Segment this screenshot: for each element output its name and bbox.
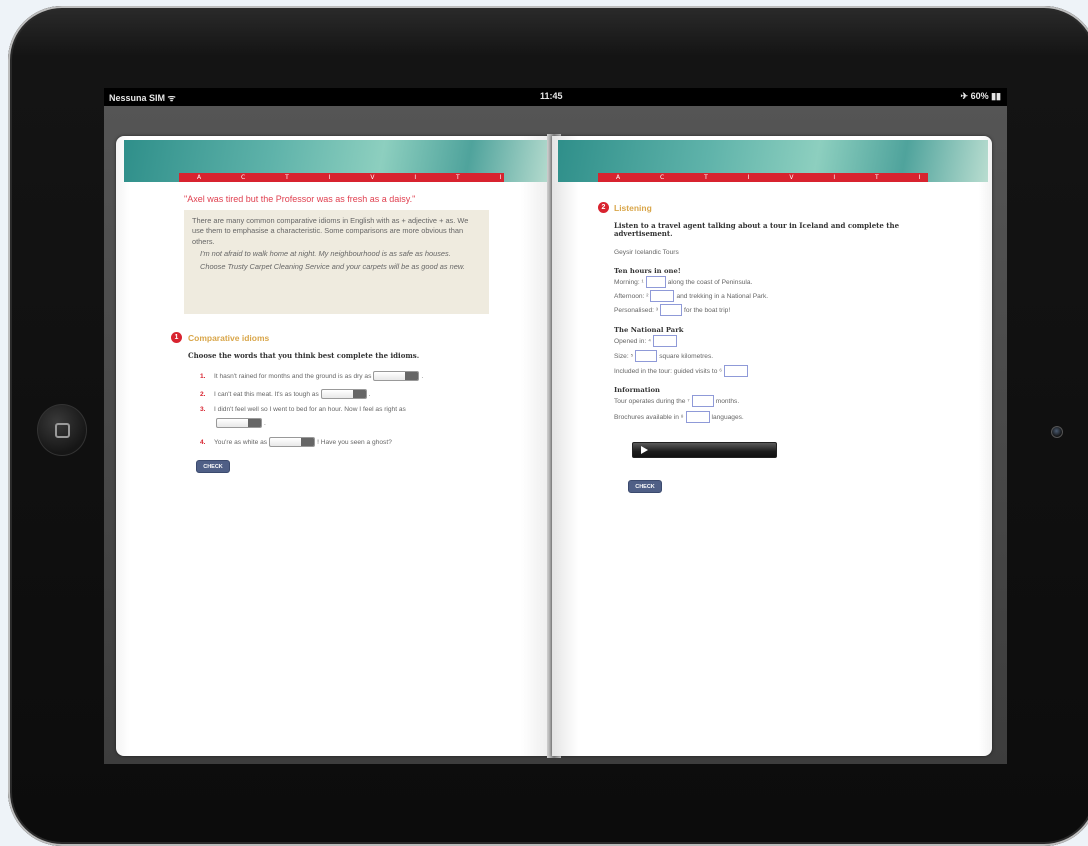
question-row: 1. It hasn't rained for months and the g…	[200, 371, 423, 381]
info-example: Choose Trusty Carpet Cleaning Service an…	[200, 261, 465, 271]
group-heading: Information	[614, 386, 660, 394]
answer-dropdown[interactable]	[320, 389, 367, 399]
right-page: A C T I V I T I E S 2 Listening Listen t…	[552, 136, 992, 756]
question-text: It hasn't rained for months and the grou…	[214, 372, 372, 380]
activities-ribbon: A C T I V I T I E S	[598, 173, 928, 182]
carrier-label: Nessuna SIM ᯤ	[109, 93, 176, 103]
gap-input[interactable]	[659, 304, 682, 316]
gap-input[interactable]	[650, 290, 675, 302]
answer-dropdown[interactable]	[216, 418, 262, 428]
left-page: A C T I V I T I E S "Axel was tired but …	[116, 136, 556, 756]
question-row: 3. I didn't feel well so I went to bed f…	[200, 406, 406, 413]
question-tail: ! Have you seen a ghost?	[317, 438, 392, 446]
check-button[interactable]: CHECK	[196, 460, 230, 473]
battery-indicator: ✈ 60% ▮▮	[960, 91, 1001, 101]
idiom-quote: "Axel was tired but the Professor was as…	[184, 194, 416, 204]
gap-suffix: months.	[715, 397, 740, 405]
question-row: 4. You're as white as ! Have you seen a …	[200, 437, 392, 447]
question-number: 1.	[200, 372, 206, 380]
question-row-continued: .	[214, 418, 266, 428]
gap-line: Brochures available in ⁸ languages.	[614, 411, 744, 423]
gap-line: Size: ⁵ square kilometres.	[614, 350, 713, 362]
gap-suffix: along the coast of Peninsula.	[667, 278, 753, 286]
play-icon[interactable]	[641, 446, 648, 454]
gap-input[interactable]	[685, 411, 710, 423]
info-example: I'm not afraid to walk home at night. My…	[200, 249, 451, 259]
gap-input[interactable]	[723, 365, 748, 377]
section-title: Listening	[614, 203, 652, 213]
answer-dropdown[interactable]	[373, 371, 420, 381]
group-heading: Ten hours in one!	[614, 267, 681, 275]
home-button[interactable]	[37, 404, 87, 456]
gap-prefix: Size: ⁵	[614, 352, 634, 360]
gap-input[interactable]	[635, 350, 658, 362]
screen: Nessuna SIM ᯤ 11:45 ✈ 60% ▮▮ A C T I V I…	[104, 88, 1007, 764]
question-row: 2. I can't eat this meat. It's as tough …	[200, 389, 371, 399]
gap-line: Tour operates during the ⁷ months.	[614, 395, 739, 407]
section-instruction: Listen to a travel agent talking about a…	[614, 221, 900, 238]
status-bar: Nessuna SIM ᯤ 11:45 ✈ 60% ▮▮	[104, 88, 1007, 106]
info-box: There are many common comparative idioms…	[184, 210, 489, 314]
activities-banner: A C T I V I T I E S	[558, 140, 988, 182]
section-number-badge: 2	[598, 202, 609, 213]
camera-icon	[1051, 426, 1063, 438]
question-number: 2.	[200, 390, 206, 398]
gap-input[interactable]	[652, 335, 677, 347]
gap-line: Morning: ¹ along the coast of Peninsula.	[614, 276, 752, 288]
activities-ribbon: A C T I V I T I E S	[179, 173, 504, 182]
gap-suffix: square kilometres.	[659, 352, 714, 360]
gap-suffix: and trekking in a National Park.	[676, 292, 769, 300]
gap-line: Afternoon: ² and trekking in a National P…	[614, 290, 768, 302]
gap-line: Included in the tour: guided visits to ⁶	[614, 365, 750, 377]
question-number: 4.	[200, 438, 206, 446]
question-tail: .	[421, 372, 424, 380]
question-text: I can't eat this meat. It's as tough as	[214, 390, 319, 398]
gap-line: Personalised: ³ for the boat trip!	[614, 304, 730, 316]
question-text: You're as white as	[214, 438, 268, 446]
info-text: There are many common comparative idioms…	[192, 216, 469, 246]
section-instruction: Choose the words that you think best com…	[188, 351, 420, 360]
gap-suffix: for the boat trip!	[683, 306, 731, 314]
clock: 11:45	[540, 91, 563, 101]
gap-prefix: Tour operates during the ⁷	[614, 397, 690, 405]
gap-line: Opened in: ⁴	[614, 335, 679, 347]
answer-dropdown[interactable]	[269, 437, 316, 447]
gap-prefix: Included in the tour: guided visits to ⁶	[614, 367, 722, 375]
section-number-badge: 1	[171, 332, 182, 343]
check-button[interactable]: CHECK	[628, 480, 662, 493]
question-tail: .	[368, 390, 371, 398]
gap-input[interactable]	[645, 276, 666, 288]
group-heading: The National Park	[614, 326, 684, 334]
book-background: A C T I V I T I E S "Axel was tired but …	[104, 106, 1007, 764]
audio-player[interactable]	[632, 442, 777, 458]
question-number: 3.	[200, 406, 206, 413]
gap-prefix: Morning: ¹	[614, 278, 644, 286]
gap-suffix: languages.	[711, 413, 744, 421]
home-square-icon	[54, 422, 70, 438]
section-title: Comparative idioms	[188, 333, 270, 343]
question-text: I didn't feel well so I went to bed for …	[214, 406, 406, 413]
gap-prefix: Afternoon: ²	[614, 292, 649, 300]
gap-prefix: Personalised: ³	[614, 306, 658, 314]
gap-input[interactable]	[691, 395, 714, 407]
question-tail: .	[264, 419, 266, 427]
tour-name: Geysir Icelandic Tours	[614, 249, 679, 256]
gap-prefix: Opened in: ⁴	[614, 337, 651, 345]
gap-prefix: Brochures available in ⁸	[614, 413, 684, 421]
activities-banner: A C T I V I T I E S	[124, 140, 552, 182]
